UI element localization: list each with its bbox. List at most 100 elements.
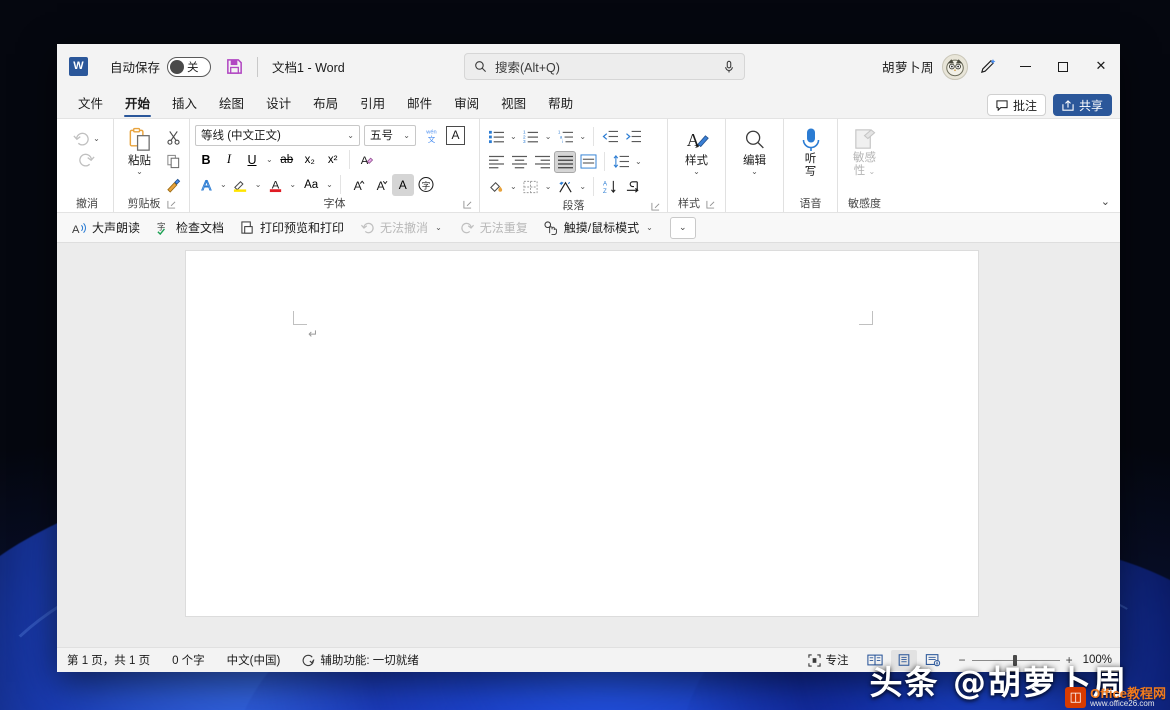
clear-formatting-icon[interactable]: A [355,149,377,171]
highlight-chevron-down-icon[interactable]: ⌄ [253,180,264,189]
strikethrough-button[interactable]: ab [276,149,298,171]
redo-toolbar-button[interactable]: 无法重复 [453,216,535,239]
styles-dialog-launcher-icon[interactable] [706,200,715,209]
dictate-button[interactable]: 听 写 [789,125,832,179]
microphone-icon[interactable] [723,60,735,74]
autosave-control[interactable]: 自动保存 关 [110,57,211,77]
bullets-icon[interactable] [485,126,507,148]
editing-dropdown-icon[interactable]: ⌄ [751,169,758,175]
comments-button[interactable]: 批注 [987,94,1046,116]
align-right-icon[interactable] [531,151,553,173]
sort-icon[interactable]: A Z [599,176,621,198]
format-painter-button[interactable] [162,174,184,196]
subscript-button[interactable]: x₂ [299,149,321,171]
font-color-chevron-down-icon[interactable]: ⌄ [287,180,298,189]
maximize-button[interactable] [1044,44,1082,89]
share-button[interactable]: 共享 [1053,94,1112,116]
tab-references[interactable]: 引用 [349,91,396,118]
align-center-icon[interactable] [508,151,530,173]
focus-button[interactable]: 专注 [808,652,849,668]
superscript-button[interactable]: x² [322,149,344,171]
text-effects-chevron-down-icon[interactable]: ⌄ [218,180,229,189]
minimize-button[interactable] [1006,44,1044,89]
close-button[interactable]: ✕ [1082,44,1120,89]
shrink-font-button[interactable]: A [369,174,391,196]
avatar[interactable] [942,54,968,80]
autosave-toggle[interactable]: 关 [167,57,211,77]
enclose-character-icon[interactable]: 字 [415,174,437,196]
document-page[interactable]: ↵ [185,250,979,617]
page-info[interactable]: 第 1 页，共 1 页 [67,652,150,668]
search-box[interactable]: 搜索(Alt+Q) [464,53,745,80]
document-canvas[interactable]: ↵ [57,243,1120,647]
font-color-icon[interactable]: A [264,174,286,196]
change-case-chevron-down-icon[interactable]: ⌄ [324,180,335,189]
font-name-combo[interactable]: 等线 (中文正文) ⌄ [195,125,360,146]
language-indicator[interactable]: 中文(中国) [227,652,281,668]
toolbar-more-button[interactable]: ⌄ [670,217,696,239]
char-shading-button[interactable]: A [392,174,414,196]
ribbon-collapse-icon[interactable]: ⌄ [1101,195,1110,208]
check-document-button[interactable]: 字 检查文档 [149,216,231,239]
accessibility-status[interactable]: 辅助功能: 一切就绪 [302,652,418,668]
tab-insert[interactable]: 插入 [161,91,208,118]
word-count[interactable]: 0 个字 [172,652,205,668]
line-spacing-chevron-down-icon[interactable]: ⌄ [633,157,644,166]
clipboard-dialog-launcher-icon[interactable] [167,200,176,209]
undo-button[interactable]: ⌄ [72,127,102,150]
cut-button[interactable] [162,126,184,148]
font-size-chevron-down-icon[interactable]: ⌄ [401,131,412,140]
print-preview-button[interactable]: 打印预览和打印 [233,216,351,239]
phonetic-guide-button[interactable]: wén 文 [420,124,442,146]
change-case-button[interactable]: Aa [299,174,323,196]
redo-button[interactable] [78,152,96,173]
borders-chevron-down-icon[interactable]: ⌄ [543,182,554,191]
copy-button[interactable] [162,150,184,172]
document-title[interactable]: 文档1 - Word [272,57,345,76]
tab-design[interactable]: 设计 [255,91,302,118]
borders-icon[interactable] [520,176,542,198]
show-formatting-marks-icon[interactable] [622,176,644,198]
undo-toolbar-button[interactable]: 无法撤消 ⌄ [353,216,451,239]
tab-file[interactable]: 文件 [67,91,114,118]
decrease-indent-icon[interactable] [599,126,621,148]
paste-dropdown-icon[interactable]: ⌄ [136,169,143,175]
bold-button[interactable]: B [195,149,217,171]
tab-layout[interactable]: 布局 [302,91,349,118]
read-aloud-button[interactable]: A 大声朗读 [65,216,147,239]
bullets-chevron-down-icon[interactable]: ⌄ [508,132,519,141]
save-icon[interactable] [225,57,244,76]
adjust-list-indents-icon[interactable] [554,176,576,198]
adjust-chevron-down-icon[interactable]: ⌄ [577,182,588,191]
font-size-combo[interactable]: 五号 ⌄ [364,125,416,146]
tab-mailings[interactable]: 邮件 [396,91,443,118]
shading-chevron-down-icon[interactable]: ⌄ [508,182,519,191]
touch-mode-chevron-down-icon[interactable]: ⌄ [644,223,655,232]
font-name-chevron-down-icon[interactable]: ⌄ [345,131,356,140]
multilevel-chevron-down-icon[interactable]: ⌄ [577,132,588,141]
undo-toolbar-chevron-down-icon[interactable]: ⌄ [433,223,444,232]
underline-chevron-down-icon[interactable]: ⌄ [264,155,275,164]
undo-dropdown-icon[interactable]: ⌄ [91,134,102,143]
italic-button[interactable]: I [218,149,240,171]
tab-draw[interactable]: 绘图 [208,91,255,118]
numbering-icon[interactable]: 1 2 3 [520,126,542,148]
shading-icon[interactable] [485,176,507,198]
grow-font-button[interactable]: A [346,174,368,196]
tab-review[interactable]: 审阅 [443,91,490,118]
line-spacing-icon[interactable] [610,151,632,173]
distribute-icon[interactable] [577,151,599,173]
align-left-icon[interactable] [485,151,507,173]
highlight-icon[interactable] [230,174,252,196]
editing-button[interactable]: 编辑 ⌄ [731,125,778,175]
sensitivity-button[interactable]: 敏感 性 ⌄ [843,125,886,178]
styles-button[interactable]: A 样式 ⌄ [673,125,720,175]
tab-view[interactable]: 视图 [490,91,537,118]
user-name[interactable]: 胡萝卜周 [882,57,934,76]
character-border-button[interactable]: A [446,126,465,145]
paste-button[interactable]: 粘贴 ⌄ [119,125,160,175]
justify-icon[interactable] [554,151,576,173]
tab-help[interactable]: 帮助 [537,91,584,118]
styles-dropdown-icon[interactable]: ⌄ [693,169,700,175]
pen-icon[interactable] [968,48,1006,86]
